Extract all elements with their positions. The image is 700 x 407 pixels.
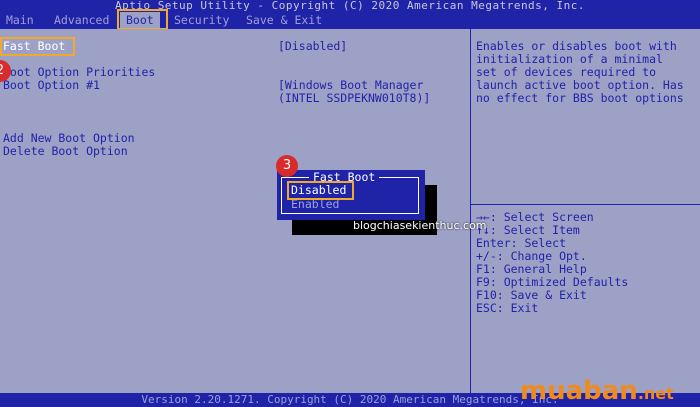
tab-advanced[interactable]: Advanced xyxy=(54,12,109,29)
brand-tld: .net xyxy=(637,384,674,403)
help-divider xyxy=(471,204,700,205)
help-line: no effect for BBS boot options xyxy=(476,91,684,105)
watermark-text: blogchiasekienthuc.com xyxy=(353,219,487,232)
tab-bar: Main Advanced Boot Security Save & Exit xyxy=(0,12,700,29)
tab-main[interactable]: Main xyxy=(6,12,34,29)
fast-boot-value[interactable]: [Disabled] xyxy=(278,40,347,53)
delete-boot-option[interactable]: Delete Boot Option xyxy=(3,145,128,158)
tab-boot[interactable]: Boot xyxy=(120,12,160,29)
panel-divider xyxy=(470,29,471,393)
popup-option-enabled[interactable]: Enabled xyxy=(291,198,339,211)
fast-boot-option[interactable]: Fast Boot xyxy=(3,40,65,53)
window-title: Aptio Setup Utility - Copyright (C) 2020… xyxy=(0,0,700,12)
popup-option-disabled[interactable]: Disabled xyxy=(291,184,346,197)
tab-security[interactable]: Security xyxy=(174,12,229,29)
boot-option-1-value-line2: (INTEL SSDPEKNW010T8)] xyxy=(278,91,431,105)
brand-name: muaban xyxy=(520,376,638,406)
boot-option-1[interactable]: Boot Option #1 xyxy=(3,79,100,92)
brand-logo: muaban.net xyxy=(520,378,674,404)
key-hint: ESC: Exit xyxy=(476,301,539,315)
step-3-badge: 3 xyxy=(276,155,298,177)
fast-boot-popup: Fast Boot Disabled Enabled xyxy=(277,170,425,220)
tab-save-exit[interactable]: Save & Exit xyxy=(246,12,322,29)
